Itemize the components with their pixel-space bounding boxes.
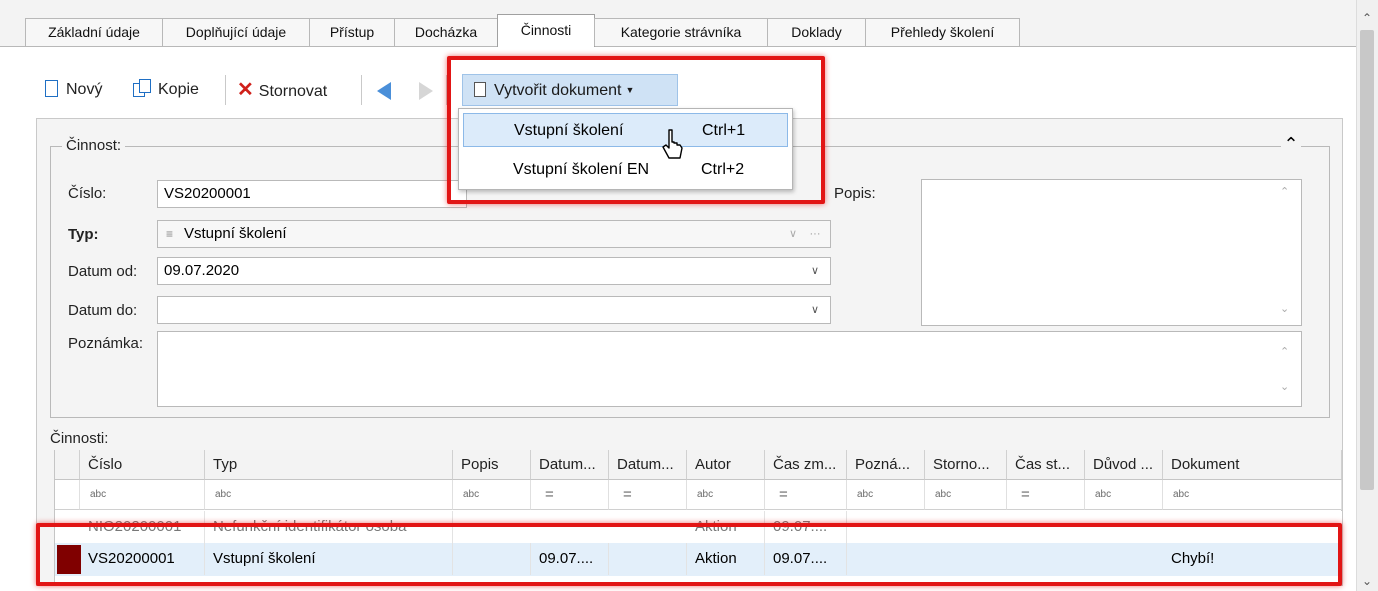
typ-field[interactable]: ≡ Vstupní školení bbox=[157, 220, 831, 248]
datum-od-dropdown-icon[interactable]: ∨ bbox=[805, 258, 825, 284]
column-header[interactable]: Čas zm... bbox=[765, 450, 847, 480]
typ-dropdown-icon[interactable]: ∨ bbox=[783, 221, 803, 247]
datum-do-dropdown-icon[interactable]: ∨ bbox=[805, 297, 825, 323]
new-button-label: Nový bbox=[66, 81, 103, 98]
tab-zakladni-udaje[interactable]: Základní údaje bbox=[25, 18, 163, 46]
filter-indicator-cell bbox=[55, 480, 80, 510]
textarea-scroll-down-icon[interactable]: ⌄ bbox=[1280, 380, 1289, 393]
datum-od-label: Datum od: bbox=[68, 263, 138, 280]
cislo-label: Číslo: bbox=[68, 185, 107, 202]
filter-equals-icon[interactable]: = bbox=[765, 480, 847, 510]
toolbar-separator bbox=[225, 75, 226, 105]
close-icon: ✕ bbox=[237, 79, 254, 101]
column-header[interactable]: Číslo bbox=[80, 450, 205, 480]
column-header[interactable]: Typ bbox=[205, 450, 453, 480]
new-document-icon bbox=[45, 80, 58, 97]
tab-doklady[interactable]: Doklady bbox=[767, 18, 866, 46]
popis-textarea[interactable] bbox=[921, 179, 1302, 326]
poznamka-textarea[interactable] bbox=[157, 331, 1302, 407]
next-arrow-icon[interactable] bbox=[419, 82, 433, 100]
copy-icon bbox=[133, 79, 152, 98]
filter-equals-icon[interactable]: = bbox=[609, 480, 687, 510]
tab-prehledy-skoleni[interactable]: Přehledy školení bbox=[865, 18, 1020, 46]
tab-divider bbox=[0, 46, 1356, 47]
highlight-box-menu bbox=[447, 56, 825, 204]
column-header[interactable]: Dokument bbox=[1163, 450, 1342, 480]
scrollbar-thumb[interactable] bbox=[1360, 30, 1374, 490]
new-button[interactable]: Nový bbox=[45, 75, 120, 105]
scroll-down-icon[interactable]: ⌄ bbox=[1356, 571, 1378, 591]
textarea-scroll-up-icon[interactable]: ⌃ bbox=[1280, 345, 1289, 358]
column-header[interactable]: Datum... bbox=[609, 450, 687, 480]
filter-text-icon[interactable]: abc bbox=[80, 480, 205, 510]
filter-equals-icon[interactable]: = bbox=[1007, 480, 1085, 510]
typ-ellipsis-button[interactable]: ··· bbox=[805, 221, 825, 247]
filter-text-icon[interactable]: abc bbox=[925, 480, 1007, 510]
scroll-up-icon[interactable]: ⌃ bbox=[1356, 8, 1378, 28]
poznamka-label: Poznámka: bbox=[68, 335, 144, 352]
highlight-box-row bbox=[36, 523, 1342, 586]
tab-kategorie-stravnika[interactable]: Kategorie strávníka bbox=[594, 18, 768, 46]
cislo-field[interactable]: VS20200001 bbox=[157, 180, 467, 208]
copy-button[interactable]: Kopie bbox=[133, 75, 218, 105]
group-legend: Činnost: bbox=[62, 137, 126, 154]
filter-equals-icon[interactable]: = bbox=[531, 480, 609, 510]
popis-scroll-down-icon[interactable]: ⌄ bbox=[1280, 302, 1289, 315]
tab-pristup[interactable]: Přístup bbox=[309, 18, 395, 46]
column-header[interactable]: Čas st... bbox=[1007, 450, 1085, 480]
copy-button-label: Kopie bbox=[158, 81, 199, 98]
column-header[interactable]: Storno... bbox=[925, 450, 1007, 480]
cancel-button[interactable]: ✕ Stornovat bbox=[237, 75, 352, 105]
typ-value: Vstupní školení bbox=[184, 225, 287, 242]
column-header[interactable]: Autor bbox=[687, 450, 765, 480]
filter-text-icon[interactable]: abc bbox=[1085, 480, 1163, 510]
previous-arrow-icon[interactable] bbox=[377, 82, 391, 100]
list-icon: ≡ bbox=[166, 227, 174, 241]
tab-dochazka[interactable]: Docházka bbox=[394, 18, 498, 46]
tab-cinnosti[interactable]: Činnosti bbox=[497, 14, 595, 47]
column-header[interactable]: Pozná... bbox=[847, 450, 925, 480]
column-header[interactable]: Důvod ... bbox=[1085, 450, 1163, 480]
grid-indicator-header bbox=[55, 450, 80, 480]
filter-text-icon[interactable]: abc bbox=[687, 480, 765, 510]
datum-do-label: Datum do: bbox=[68, 302, 138, 319]
column-header[interactable]: Datum... bbox=[531, 450, 609, 480]
datum-od-field[interactable]: 09.07.2020 bbox=[157, 257, 831, 285]
filter-text-icon[interactable]: abc bbox=[1163, 480, 1342, 510]
typ-label: Typ: bbox=[68, 226, 99, 243]
collapse-chevron-icon[interactable]: ⌃ bbox=[1281, 134, 1301, 154]
popis-scroll-up-icon[interactable]: ⌃ bbox=[1280, 185, 1289, 198]
column-header[interactable]: Popis bbox=[453, 450, 531, 480]
filter-text-icon[interactable]: abc bbox=[205, 480, 453, 510]
tab-doplnujici-udaje[interactable]: Doplňující údaje bbox=[162, 18, 310, 46]
popis-label: Popis: bbox=[834, 185, 876, 202]
grid-title: Činnosti: bbox=[50, 430, 109, 447]
datum-do-field[interactable] bbox=[157, 296, 831, 324]
cancel-button-label: Stornovat bbox=[258, 83, 328, 100]
filter-text-icon[interactable]: abc bbox=[847, 480, 925, 510]
filter-text-icon[interactable]: abc bbox=[453, 480, 531, 510]
toolbar-separator bbox=[361, 75, 362, 105]
